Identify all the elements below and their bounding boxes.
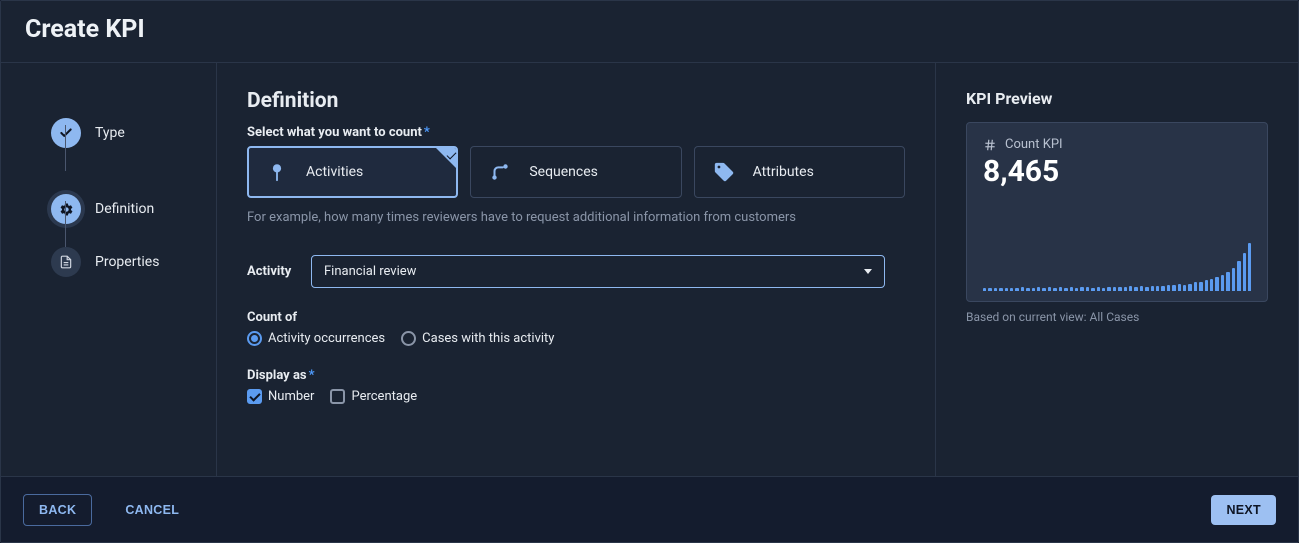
spark-chart (983, 241, 1251, 291)
card-sequences[interactable]: Sequences (470, 146, 681, 198)
card-label: Sequences (529, 164, 598, 180)
doc-icon (51, 247, 81, 277)
card-activities[interactable]: Activities (247, 146, 458, 198)
radio-icon (247, 331, 262, 346)
step-label: Definition (95, 201, 154, 217)
radio-cases-with-activity[interactable]: Cases with this activity (401, 331, 554, 346)
radio-activity-occurrences[interactable]: Activity occurrences (247, 331, 385, 346)
chevron-down-icon (864, 269, 872, 274)
kpi-title: Count KPI (983, 137, 1251, 152)
next-button[interactable]: NEXT (1211, 495, 1276, 525)
hash-icon (983, 138, 997, 152)
hint-text: For example, how many times reviewers ha… (247, 210, 905, 225)
kpi-value: 8,465 (983, 154, 1251, 189)
selected-corner-icon (436, 148, 456, 168)
activity-select[interactable]: Financial review (311, 255, 885, 288)
card-label: Attributes (753, 164, 814, 180)
step-definition[interactable]: Definition (51, 171, 216, 247)
check-icon (51, 118, 81, 148)
kpi-title-text: Count KPI (1005, 137, 1063, 152)
check-label: Number (268, 389, 314, 404)
count-what-label: Select what you want to count* (247, 125, 905, 140)
preview-panel: KPI Preview Count KPI 8,465 Based on cur… (936, 63, 1298, 476)
check-display-number[interactable]: Number (247, 389, 314, 404)
route-icon (489, 161, 511, 183)
radio-icon (401, 331, 416, 346)
page-title: Create KPI (25, 15, 1274, 44)
count-type-cards: Activities Sequences Attributes (247, 146, 905, 198)
step-label: Properties (95, 254, 159, 270)
steps-sidebar: Type Definition Properties (1, 63, 217, 476)
footer: BACK CANCEL NEXT (1, 476, 1298, 542)
titlebar: Create KPI (1, 1, 1298, 63)
radio-label: Cases with this activity (422, 331, 554, 346)
preview-heading: KPI Preview (966, 89, 1268, 108)
gear-icon (51, 194, 81, 224)
card-label: Activities (306, 164, 363, 180)
checkbox-icon (247, 389, 262, 404)
preview-note: Based on current view: All Cases (966, 310, 1268, 324)
step-label: Type (95, 125, 125, 141)
step-properties[interactable]: Properties (51, 247, 216, 277)
pin-icon (266, 161, 288, 183)
cancel-button[interactable]: CANCEL (110, 495, 194, 525)
check-label: Percentage (351, 389, 417, 404)
section-heading: Definition (247, 89, 905, 113)
step-type[interactable]: Type (51, 95, 216, 171)
radio-label: Activity occurrences (268, 331, 385, 346)
back-button[interactable]: BACK (23, 494, 92, 526)
activity-select-value: Financial review (324, 264, 416, 279)
display-as-label: Display as* (247, 368, 905, 383)
main-panel: Definition Select what you want to count… (217, 63, 936, 476)
tag-icon (713, 161, 735, 183)
checkbox-icon (330, 389, 345, 404)
preview-card: Count KPI 8,465 (966, 122, 1268, 302)
activity-label: Activity (247, 264, 297, 279)
check-display-percentage[interactable]: Percentage (330, 389, 417, 404)
count-of-label: Count of (247, 310, 905, 325)
card-attributes[interactable]: Attributes (694, 146, 905, 198)
